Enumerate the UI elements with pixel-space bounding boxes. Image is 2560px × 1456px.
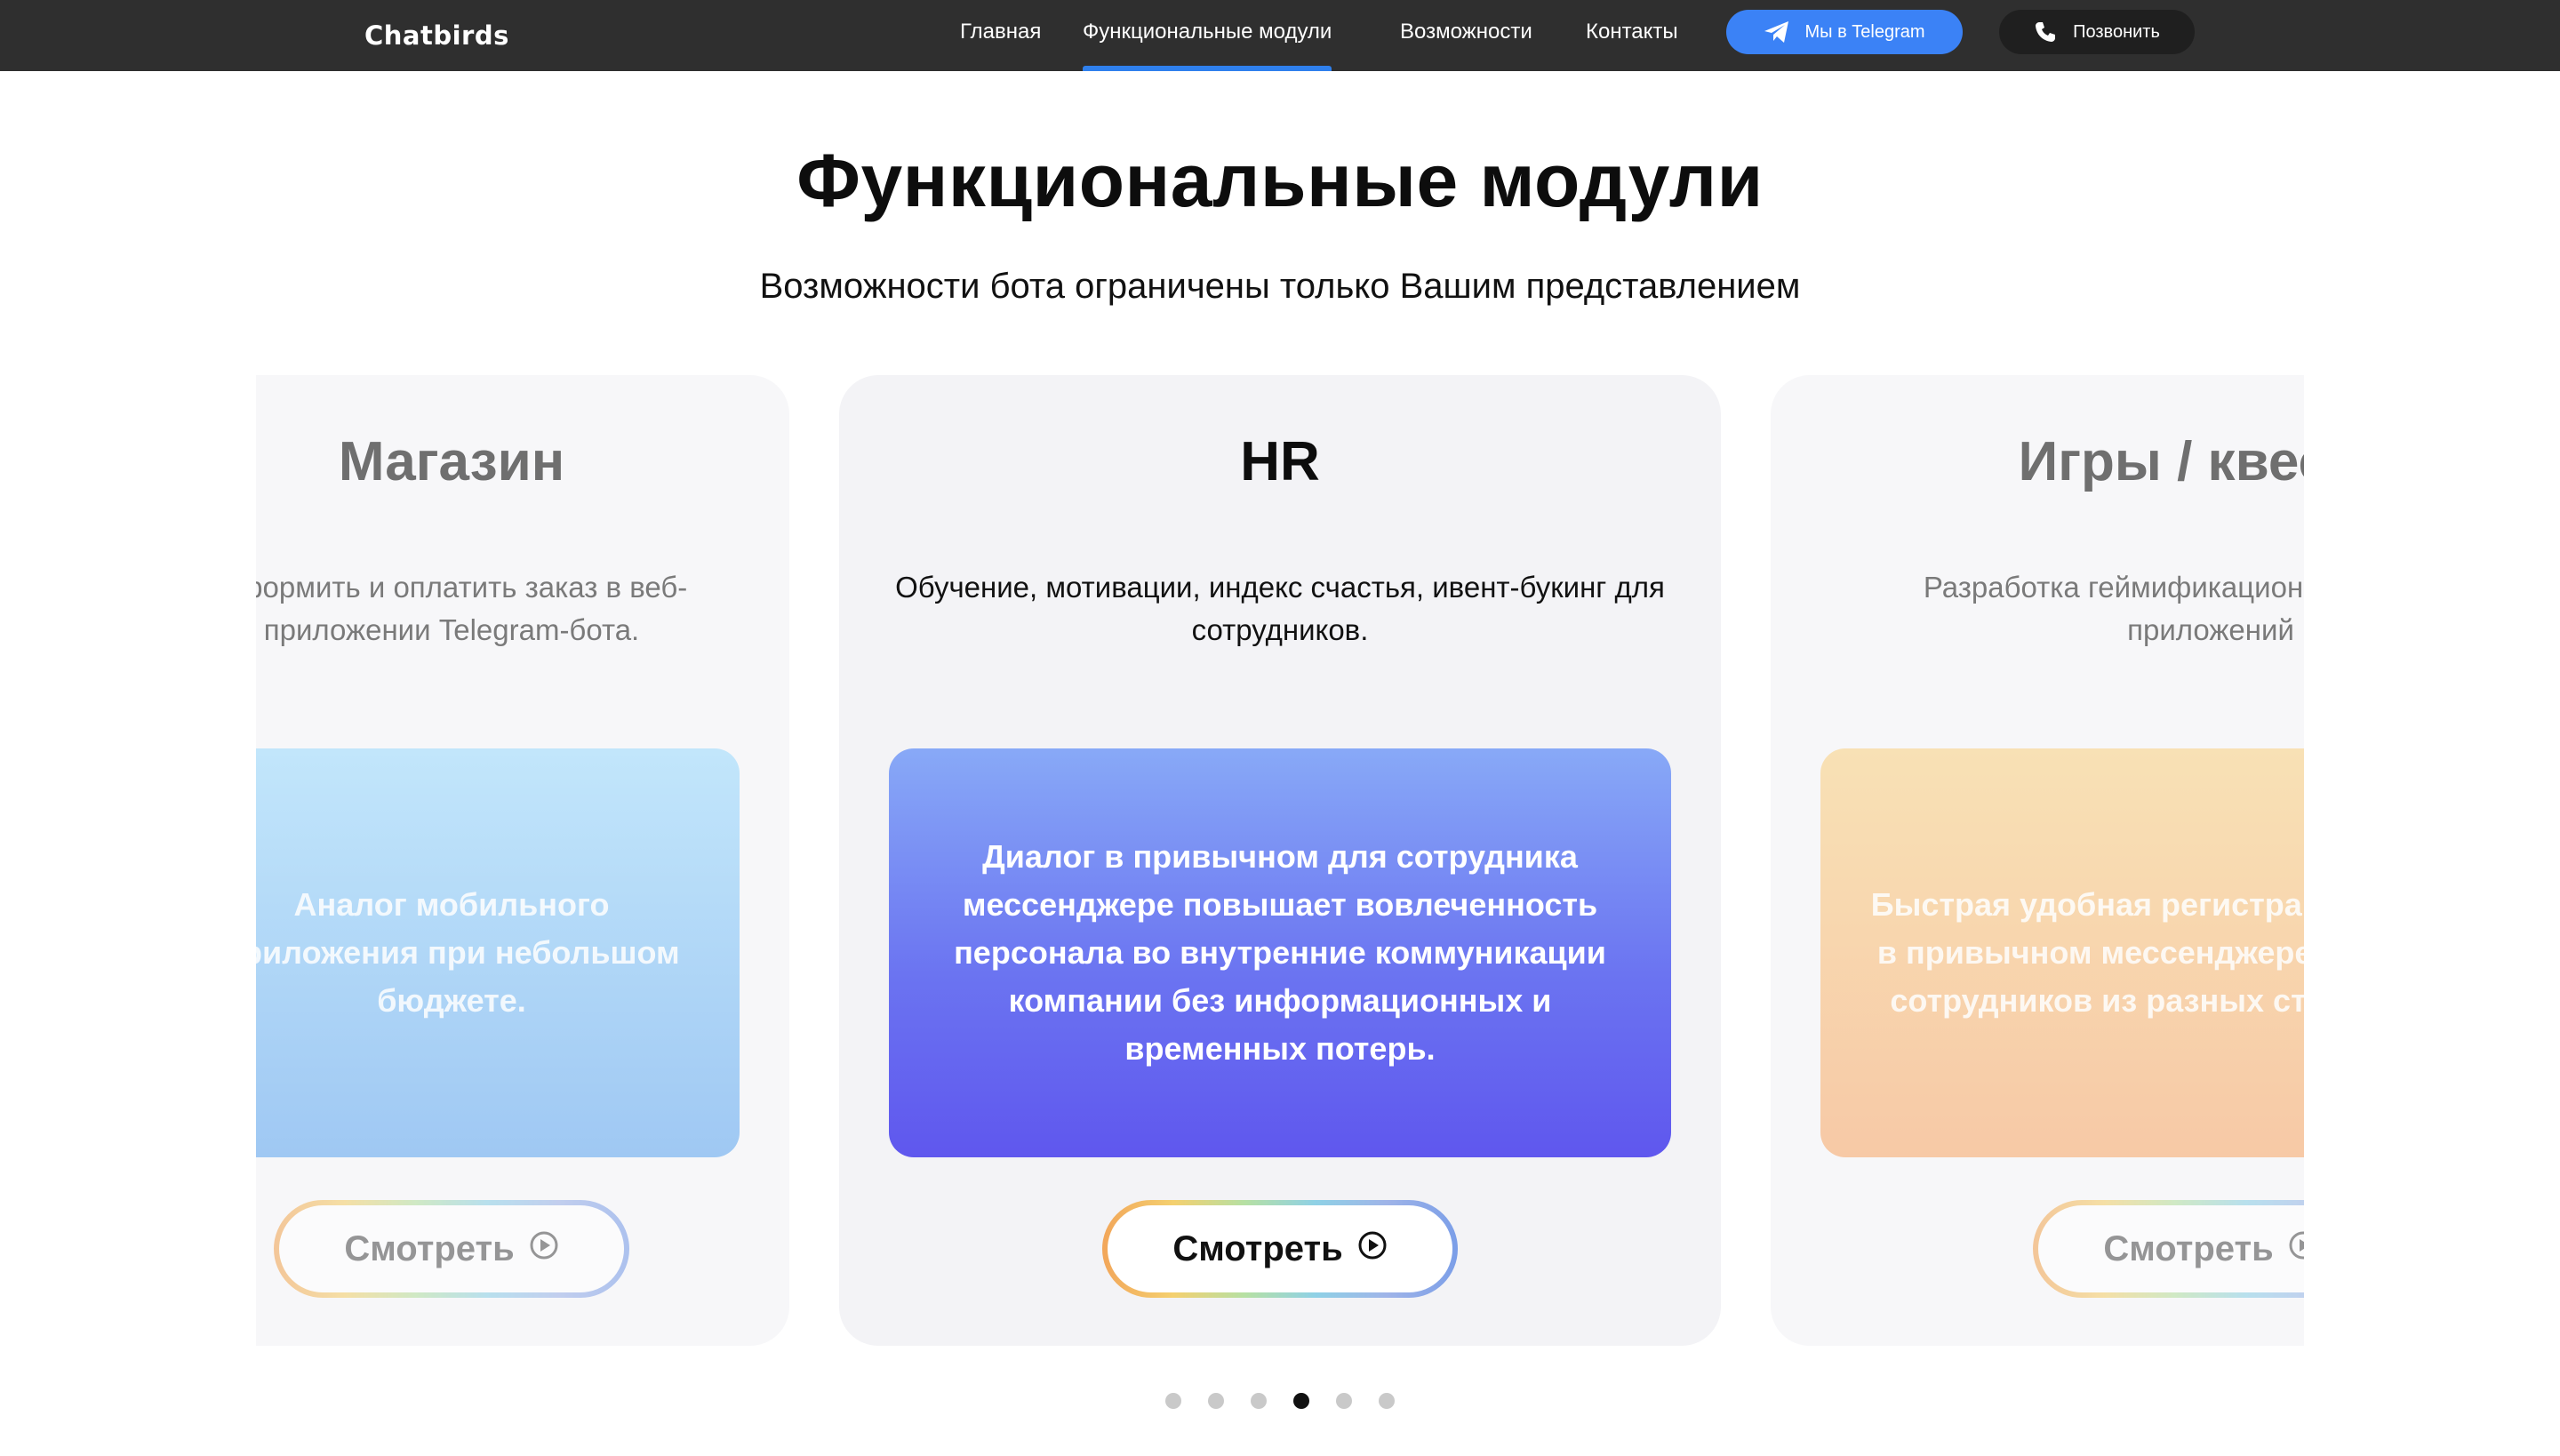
carousel-dot[interactable]	[1336, 1393, 1352, 1409]
modules-carousel[interactable]: Магазин Оформить и оплатить заказ в веб-…	[256, 373, 2304, 1351]
panel-text: Быстрая удобная регистрация участников в…	[1870, 886, 2304, 1019]
module-card-shop[interactable]: Магазин Оформить и оплатить заказ в веб-…	[256, 375, 789, 1346]
nav-link-contacts[interactable]: Контакты	[1586, 0, 1678, 71]
carousel-dot[interactable]	[1165, 1393, 1181, 1409]
call-button[interactable]: Позвонить	[1999, 10, 2195, 54]
play-circle-icon	[1357, 1229, 1388, 1269]
telegram-icon	[1764, 20, 1790, 44]
carousel-pagination	[0, 1393, 2560, 1411]
telegram-button-label: Мы в Telegram	[1804, 21, 1925, 42]
carousel-dot[interactable]	[1251, 1393, 1267, 1409]
logo[interactable]: Chatbirds	[364, 18, 509, 53]
carousel-dot[interactable]	[1208, 1393, 1224, 1409]
page-subtitle: Возможности бота ограничены только Вашим…	[759, 267, 1801, 306]
module-card-games[interactable]: Игры / квесты Разработка геймификационны…	[1771, 375, 2304, 1346]
card-title: Магазин	[338, 431, 565, 492]
nav-link-home[interactable]: Главная	[960, 0, 1041, 71]
panel-text: Аналог мобильного приложения при небольш…	[256, 886, 680, 1019]
carousel-dot[interactable]	[1293, 1393, 1309, 1409]
view-button[interactable]: Смотреть	[2033, 1200, 2304, 1298]
page-title: Функциональные модули	[796, 139, 1764, 222]
view-button[interactable]: Смотреть	[1102, 1200, 1458, 1298]
phone-icon	[2034, 20, 2057, 44]
play-circle-icon	[2288, 1229, 2304, 1269]
view-button-label: Смотреть	[2103, 1228, 2274, 1268]
card-info-panel: Быстрая удобная регистрация участников в…	[1820, 748, 2304, 1157]
card-info-panel: Аналог мобильного приложения при небольш…	[256, 748, 740, 1157]
carousel-dot[interactable]	[1379, 1393, 1395, 1409]
view-button-label: Смотреть	[344, 1228, 515, 1268]
card-description: Обучение, мотивации, индекс счастья, иве…	[895, 571, 1665, 646]
nav-link-features[interactable]: Возможности	[1400, 0, 1532, 71]
telegram-button[interactable]: Мы в Telegram	[1726, 10, 1963, 54]
card-description: Разработка геймификационных диалога и пр…	[1923, 571, 2304, 646]
view-button-label: Смотреть	[1172, 1228, 1343, 1268]
nav-link-modules[interactable]: Функциональные модули	[1083, 0, 1332, 71]
view-button[interactable]: Смотреть	[274, 1200, 629, 1298]
card-title: Игры / квесты	[2018, 431, 2304, 492]
card-title: HR	[1240, 431, 1320, 492]
module-card-hr[interactable]: HR Обучение, мотивации, индекс счастья, …	[839, 375, 1721, 1346]
play-circle-icon	[529, 1229, 559, 1269]
top-navbar: Chatbirds Главная Функциональные модули …	[0, 0, 2560, 71]
card-info-panel: Диалог в привычном для сотрудника мессен…	[889, 748, 1671, 1157]
panel-text: Диалог в привычном для сотрудника мессен…	[954, 838, 1606, 1067]
call-button-label: Позвонить	[2073, 21, 2160, 42]
card-description: Оформить и оплатить заказ в веб-приложен…	[256, 571, 688, 646]
